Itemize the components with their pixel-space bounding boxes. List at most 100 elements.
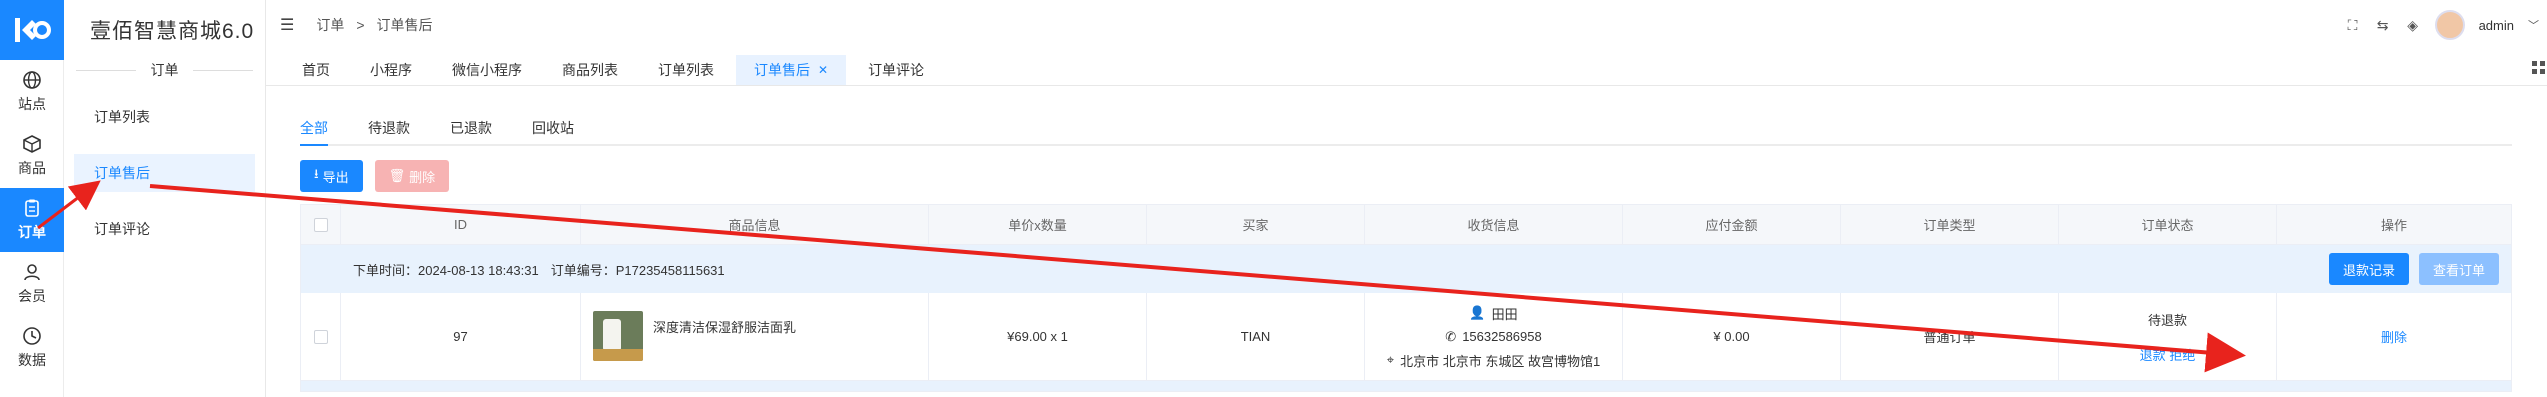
- rail-label: 会员: [18, 288, 46, 304]
- select-all-checkbox[interactable]: [313, 217, 328, 232]
- page-tabs: 首页 小程序 微信小程序 商品列表 订单列表 订单售后 ✕ 订单评论: [266, 52, 2547, 86]
- receiver-address: 北京市 北京市 东城区 故宫博物馆1: [1400, 353, 1601, 369]
- order-number: 订单编号：P17235458115631: [550, 262, 725, 278]
- col-goods: 商品信息: [581, 204, 929, 245]
- export-label: 导出: [322, 169, 349, 185]
- tab-reviews[interactable]: 订单评论: [850, 55, 942, 85]
- rail-label: 商品: [18, 160, 46, 176]
- top-header: ☰ 订单 > 订单售后: [266, 0, 2547, 50]
- tab-label: 订单售后: [754, 62, 810, 78]
- logo[interactable]: [0, 0, 64, 60]
- delete-link[interactable]: 删除: [2381, 327, 2407, 346]
- rail-item-site[interactable]: 站点: [0, 60, 64, 124]
- theme-icon[interactable]: ◈: [2405, 17, 2421, 33]
- header-tools: ⛶ ⇆ ◈ admin ﹀: [2345, 0, 2547, 50]
- order-time: 下单时间：2024-08-13 18:43:31: [353, 262, 539, 278]
- status-tabs: 全部 待退款 已退款 回收站: [300, 110, 2512, 146]
- tab-goods-list[interactable]: 商品列表: [544, 55, 636, 85]
- rail-item-order[interactable]: 订单: [0, 188, 64, 252]
- select-all-cell: [301, 204, 341, 245]
- col-receive: 收货信息: [1365, 204, 1623, 245]
- subnav-item-reviews[interactable]: 订单评论: [74, 210, 255, 248]
- col-buyer: 买家: [1147, 204, 1365, 245]
- tab-home[interactable]: 首页: [284, 55, 348, 85]
- rail-item-data[interactable]: 数据: [0, 316, 64, 380]
- secondary-nav: 壹佰智慧商城6.0 订单 订单列表 订单售后 订单评论: [64, 0, 266, 397]
- goods-name: 深度清洁保湿舒服洁面乳: [653, 319, 797, 335]
- next-group-header: [301, 381, 2511, 391]
- clipboard-icon: [25, 199, 39, 217]
- cell-goods: 深度清洁保湿舒服洁面乳: [581, 292, 929, 381]
- rail-label: 订单: [18, 224, 46, 240]
- refund-link[interactable]: 退款: [2140, 348, 2166, 363]
- tab-wechat-miniapp[interactable]: 微信小程序: [434, 55, 540, 85]
- toolbar: ⭳ 导出 🗑 删除: [300, 160, 2512, 192]
- col-status: 订单状态: [2059, 204, 2277, 245]
- refund-record-button[interactable]: 退款记录: [2328, 253, 2409, 285]
- status-tab-all[interactable]: 全部: [300, 110, 328, 146]
- col-action: 操作: [2380, 218, 2407, 233]
- status-tab-pending[interactable]: 待退款: [368, 110, 410, 144]
- tab-order-list[interactable]: 订单列表: [640, 55, 732, 85]
- translate-icon[interactable]: ⇆: [2375, 17, 2391, 33]
- reject-link[interactable]: 拒绝: [2169, 348, 2195, 363]
- breadcrumb-separator: >: [356, 17, 365, 33]
- breadcrumb: 订单 > 订单售后: [316, 15, 432, 35]
- address-line: ⌖ 北京市 北京市 东城区 故宫博物馆1: [1387, 351, 1600, 370]
- phone-icon: ✆: [1445, 328, 1457, 344]
- view-order-button[interactable]: 查看订单: [2418, 253, 2499, 285]
- col-amount: 应付金额: [1623, 204, 1841, 245]
- person-icon: 👤: [1469, 305, 1486, 320]
- cell-buyer: TIAN: [1147, 292, 1365, 381]
- clock-icon: [23, 327, 41, 345]
- status-actions: 退款 拒绝: [2140, 345, 2196, 364]
- close-icon[interactable]: ✕: [818, 63, 828, 77]
- fullscreen-icon[interactable]: ⛶: [2345, 17, 2361, 33]
- rail-label: 站点: [18, 96, 46, 112]
- goods-thumbnail[interactable]: [593, 310, 643, 361]
- rail-item-goods[interactable]: 商品: [0, 124, 64, 188]
- delete-button[interactable]: 🗑 删除: [374, 160, 450, 192]
- rail-item-member[interactable]: 会员: [0, 252, 64, 316]
- globe-icon: [23, 71, 41, 89]
- username[interactable]: admin: [2479, 18, 2514, 33]
- phone-line: ✆ 15632586958: [1445, 329, 1541, 345]
- cell-id: 97: [341, 292, 581, 381]
- rail-label: 数据: [18, 352, 46, 368]
- table-row: 97 深度清洁保湿舒服洁面乳 ¥69.00 x 1 TIAN 👤 田田 ✆ 15…: [301, 292, 2511, 381]
- cell-action: 删除: [2277, 293, 2511, 381]
- breadcrumb-item[interactable]: 订单: [316, 15, 344, 35]
- icon-rail: 站点 商品 订单 会员 数据: [0, 0, 64, 397]
- row-checkbox[interactable]: [313, 329, 328, 344]
- cell-type: 普通订单: [1841, 292, 2059, 381]
- cell-status: 待退款 退款 拒绝: [2059, 292, 2277, 381]
- box-icon: [23, 135, 41, 153]
- tab-miniapp[interactable]: 小程序: [352, 55, 430, 85]
- delete-label: 删除: [409, 169, 436, 185]
- user-icon: [24, 264, 40, 281]
- grid-menu-icon[interactable]: [2531, 60, 2547, 76]
- group-actions: 退款记录 查看订单: [2328, 253, 2499, 285]
- receiver-phone: 15632586958: [1462, 329, 1542, 344]
- cell-price-qty: ¥69.00 x 1: [929, 292, 1147, 381]
- cell-receive: 👤 田田 ✆ 15632586958 ⌖ 北京市 北京市 东城区 故宫博物馆1: [1365, 292, 1623, 381]
- status-tab-recycle[interactable]: 回收站: [532, 110, 574, 144]
- receiver-name: 田田: [1491, 306, 1518, 322]
- export-button[interactable]: ⭳ 导出: [300, 160, 363, 192]
- trash-icon: 🗑: [388, 168, 406, 183]
- chevron-down-icon[interactable]: ﹀: [2528, 17, 2539, 33]
- breadcrumb-item: 订单售后: [376, 17, 433, 33]
- status-tab-refunded[interactable]: 已退款: [450, 110, 492, 144]
- menu-toggle-icon[interactable]: ☰: [280, 15, 294, 35]
- subnav-item-order-list[interactable]: 订单列表: [74, 98, 255, 136]
- download-icon: ⭳: [314, 166, 319, 181]
- receiver-line: 👤 田田: [1469, 304, 1517, 323]
- subnav-item-after-sale[interactable]: 订单售后: [74, 154, 255, 192]
- avatar[interactable]: [2434, 10, 2465, 40]
- subnav-title: 订单: [76, 60, 253, 80]
- tab-after-sale[interactable]: 订单售后 ✕: [736, 55, 847, 85]
- cell-amount: ¥ 0.00: [1623, 292, 1841, 381]
- order-group-header: 下单时间：2024-08-13 18:43:31 订单编号：P172354581…: [301, 245, 2511, 293]
- col-price: 单价x数量: [929, 204, 1147, 245]
- table-header: ID 商品信息 单价x数量 买家 收货信息 应付金额 订单类型 订单状态 操作: [301, 204, 2511, 245]
